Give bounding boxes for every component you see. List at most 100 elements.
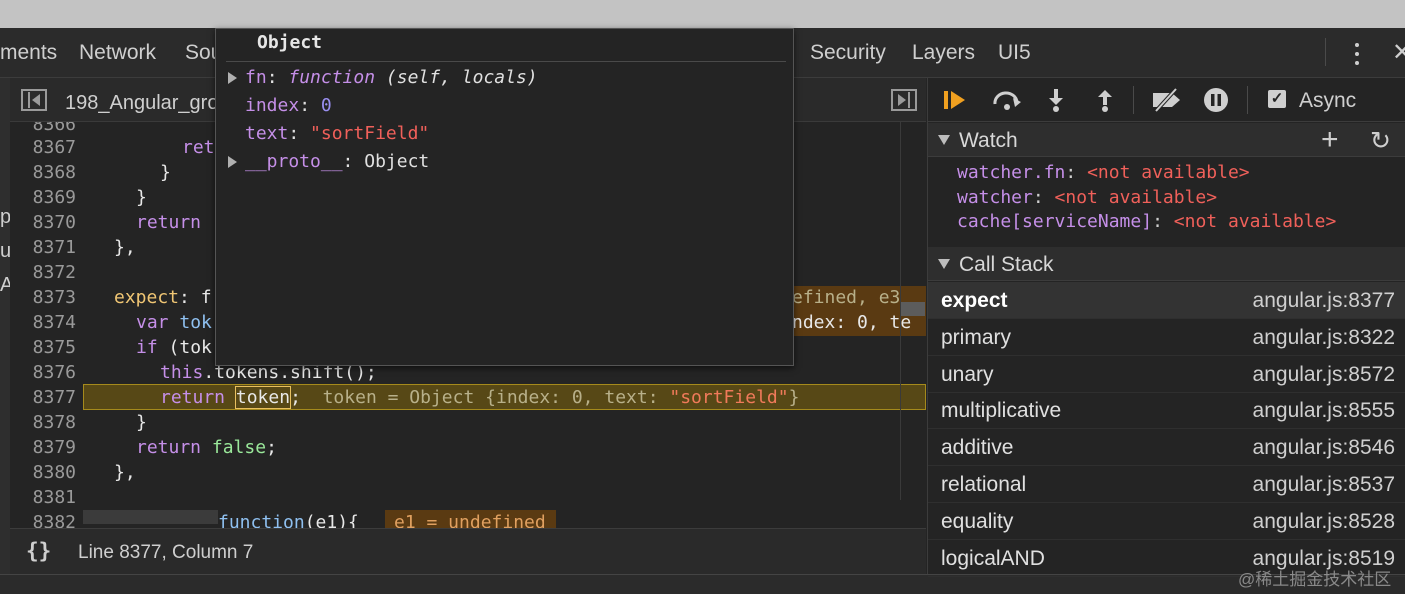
code-token: ; (266, 437, 277, 458)
inline-value: "sortField" (669, 387, 789, 408)
property-row[interactable]: fn: function (self, locals) (245, 67, 538, 88)
toggle-navigator-icon[interactable] (21, 89, 47, 111)
call-frame-location[interactable]: angular.js:8537 (1253, 473, 1395, 497)
expand-arrow-icon[interactable] (228, 156, 237, 168)
line-number: 8368 (32, 162, 76, 183)
tab-ui5[interactable]: UI5 (998, 41, 1031, 65)
line-number: 8378 (32, 412, 76, 433)
call-frame[interactable]: multiplicative angular.js:8555 (928, 392, 1405, 429)
code-token: return (136, 437, 202, 458)
line-number: 8374 (32, 312, 76, 333)
watch-expression[interactable]: cache[serviceName]: <not available> (957, 211, 1336, 232)
line-number: 8376 (32, 362, 76, 383)
debugger-toolbar: ✓ Async (928, 78, 1405, 122)
call-frame-location[interactable]: angular.js:8322 (1253, 326, 1395, 350)
inline-value: token = Object {index: 0, text: (322, 387, 670, 408)
call-stack-section-header[interactable]: Call Stack (928, 247, 1405, 281)
popover-title: Object (257, 32, 323, 53)
line-number: 8367 (32, 137, 76, 158)
code-token: ret (182, 137, 215, 158)
call-frame-location[interactable]: angular.js:8377 (1253, 289, 1395, 313)
code-line: if (tok (136, 337, 212, 358)
watch-value: <not available> (1087, 162, 1250, 183)
call-frame[interactable]: relational angular.js:8537 (928, 466, 1405, 503)
watch-section-header[interactable]: Watch + ↻ (928, 123, 1405, 157)
toolbar-divider (1247, 86, 1248, 114)
property-row: text: "sortField" (245, 123, 429, 144)
property-value: function (288, 67, 376, 88)
watch-expression[interactable]: watcher: <not available> (957, 187, 1217, 208)
watch-expression[interactable]: watcher.fn: <not available> (957, 162, 1250, 183)
call-frame-location[interactable]: angular.js:8572 (1253, 363, 1395, 387)
property-separator: : (266, 67, 289, 88)
code-token: if (136, 337, 158, 358)
pretty-print-icon[interactable]: {} (26, 539, 51, 563)
refresh-icon[interactable]: ↻ (1370, 126, 1391, 156)
step-over-icon[interactable] (991, 88, 1023, 112)
tab-layers[interactable]: Layers (912, 41, 975, 65)
code-line: }, (114, 462, 136, 483)
property-row[interactable]: __proto__: Object (245, 151, 429, 172)
call-frame[interactable]: additive angular.js:8546 (928, 429, 1405, 466)
code-token: token (234, 386, 292, 409)
pause-on-exceptions-icon[interactable] (1203, 88, 1229, 112)
property-separator: : (299, 95, 321, 116)
code-token: (tok (157, 337, 212, 358)
tab-security[interactable]: Security (810, 41, 886, 65)
async-checkbox[interactable]: ✓ (1268, 90, 1286, 108)
call-frame[interactable]: unary angular.js:8572 (928, 356, 1405, 393)
call-frame[interactable]: expect angular.js:8377 (928, 282, 1405, 319)
step-into-icon[interactable] (1043, 88, 1069, 112)
call-frame-location[interactable]: angular.js:8528 (1253, 510, 1395, 534)
close-icon[interactable]: ✕ (1392, 38, 1405, 67)
resume-icon[interactable] (942, 88, 968, 112)
watch-list: watcher.fn: <not available> watcher: <no… (928, 157, 1405, 247)
line-number: 8379 (32, 437, 76, 458)
line-number: 8371 (32, 237, 76, 258)
line-number: 8369 (32, 187, 76, 208)
more-options-icon[interactable] (1347, 42, 1367, 68)
left-panel-edge: p ul A (0, 78, 16, 578)
call-frame-name: expect (941, 289, 1008, 312)
add-expression-icon[interactable]: + (1321, 123, 1339, 157)
property-key: __proto__ (245, 151, 343, 172)
property-value: (self, locals) (375, 67, 538, 88)
property-separator: : (342, 151, 365, 172)
code-line: return (136, 212, 201, 233)
line-number: 8366 (32, 122, 76, 135)
file-tab[interactable]: 198_Angular_gro (65, 92, 218, 115)
call-frame-name: multiplicative (941, 399, 1062, 422)
code-token: tok (168, 312, 212, 333)
call-frame-location[interactable]: angular.js:8546 (1253, 436, 1395, 460)
line-number: 8381 (32, 487, 76, 508)
tab-elements[interactable]: ments (0, 41, 57, 65)
call-frame[interactable]: primary angular.js:8322 (928, 319, 1405, 356)
popover-divider (226, 61, 786, 62)
async-label: Async (1299, 89, 1357, 112)
property-row: index: 0 (245, 95, 332, 116)
property-value: "sortField" (310, 123, 430, 144)
scrollbar-thumb[interactable] (901, 302, 925, 316)
object-preview-popover: Object fn: function (self, locals) index… (215, 28, 794, 366)
code-token: this (160, 362, 204, 383)
code-token: (e1){ (304, 512, 359, 528)
watch-separator: : (1152, 211, 1174, 232)
watch-name: watcher (957, 187, 1033, 208)
call-frame[interactable]: equality angular.js:8528 (928, 503, 1405, 540)
call-frame-location[interactable]: angular.js:8555 (1253, 399, 1395, 423)
code-token: expect (114, 287, 180, 308)
deactivate-breakpoints-icon[interactable] (1150, 88, 1184, 112)
inline-value: e1 = undefined (394, 512, 546, 528)
inline-value: } (788, 387, 800, 408)
step-out-icon[interactable] (1092, 88, 1118, 112)
editor-horizontal-scrollbar[interactable] (83, 510, 218, 524)
code-line: function(e1){ (218, 512, 359, 528)
tab-network[interactable]: Network (79, 41, 156, 65)
call-frame-name: additive (941, 436, 1014, 459)
call-frame-name: unary (941, 363, 994, 386)
tabbar-divider (1325, 38, 1326, 66)
inline-value: ndex: 0, te (792, 312, 912, 333)
code-line: } (136, 412, 147, 433)
expand-arrow-icon[interactable] (228, 72, 237, 84)
toggle-debugger-icon[interactable] (891, 89, 917, 111)
